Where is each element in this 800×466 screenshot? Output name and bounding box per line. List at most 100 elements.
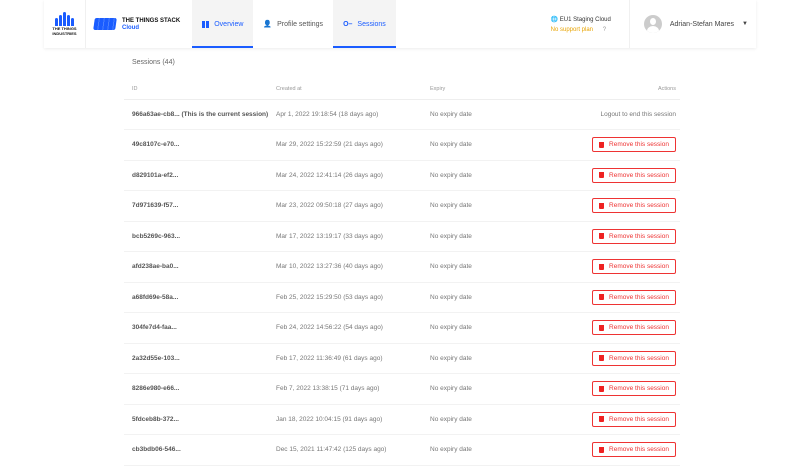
remove-session-button[interactable]: Remove this session — [592, 228, 676, 244]
user-name: Adrian-Stefan Mares — [669, 20, 735, 28]
actions-cell: Remove this session — [510, 404, 680, 435]
remove-session-button[interactable]: Remove this session — [592, 411, 676, 427]
col-actions: Actions — [510, 80, 680, 100]
expiry: No expiry date — [430, 343, 511, 374]
session-id: d829101a-ef2... — [124, 160, 276, 191]
created-at: Mar 23, 2022 09:50:18 (27 days ago) — [276, 190, 430, 222]
help-icon[interactable]: ? — [603, 27, 606, 33]
table-row: 5fdceb8b-372... Jan 18, 2022 10:04:15 (9… — [124, 404, 680, 435]
table-row: 304fe7d4-faa... Feb 24, 2022 14:56:22 (5… — [124, 312, 680, 344]
remove-session-button[interactable]: Remove this session — [592, 381, 676, 397]
grid-icon — [202, 20, 210, 28]
created-at: Feb 24, 2022 14:56:22 (54 days ago) — [276, 312, 430, 344]
avatar — [643, 15, 662, 33]
trash-icon — [599, 263, 605, 270]
expiry: No expiry date — [430, 312, 511, 344]
created-at: Mar 29, 2022 15:22:59 (21 days ago) — [276, 129, 430, 161]
col-expiry: Expiry — [430, 80, 511, 100]
actions-cell: Logout to end this session — [510, 99, 680, 130]
button-label: Remove this session — [609, 324, 669, 332]
trash-icon — [599, 172, 605, 179]
support-plan[interactable]: No support plan — [551, 27, 593, 33]
product-sub: Cloud — [122, 24, 139, 31]
remove-session-button[interactable]: Remove this session — [592, 289, 676, 305]
table-row: 2a32d55e-103... Feb 17, 2022 11:36:49 (6… — [124, 343, 680, 374]
created-at: Feb 25, 2022 15:29:50 (53 days ago) — [276, 282, 430, 313]
table-row: 7d971639-f57... Mar 23, 2022 09:50:18 (2… — [124, 190, 680, 222]
created-at: Mar 24, 2022 12:41:14 (26 days ago) — [276, 160, 430, 191]
remove-session-button[interactable]: Remove this session — [592, 350, 676, 366]
session-id: 2a32d55e-103... — [124, 343, 276, 374]
created-at: Mar 17, 2022 13:19:17 (33 days ago) — [276, 221, 430, 252]
stack-logo-icon — [93, 18, 117, 30]
col-created: Created at — [276, 80, 430, 100]
tab-label: Sessions — [357, 20, 386, 28]
remove-session-button[interactable]: Remove this session — [592, 259, 676, 275]
button-label: Remove this session — [609, 263, 669, 271]
cluster-info: 🌐 EU1 Staging Cloud No support plan ? — [533, 0, 630, 48]
actions-cell: Remove this session — [510, 312, 680, 344]
created-at: Mar 10, 2022 13:27:36 (40 days ago) — [276, 251, 430, 283]
page-title: Sessions (44) — [132, 59, 175, 66]
remove-session-button[interactable]: Remove this session — [592, 167, 676, 183]
tab-label: Profile settings — [277, 20, 324, 28]
expiry: No expiry date — [430, 190, 511, 222]
expiry: No expiry date — [430, 251, 511, 283]
actions-cell: Remove this session — [510, 190, 680, 222]
product-logo[interactable]: THE THINGS STACK Cloud — [86, 0, 192, 48]
expiry: No expiry date — [430, 129, 511, 161]
session-id: 5fdceb8b-372... — [124, 404, 276, 435]
button-label: Remove this session — [609, 415, 669, 423]
user-menu[interactable]: Adrian-Stefan Mares ▼ — [630, 15, 756, 33]
globe-icon: 🌐 — [550, 16, 559, 23]
remove-session-button[interactable]: Remove this session — [592, 198, 676, 214]
button-label: Remove this session — [609, 293, 669, 301]
trash-icon — [599, 294, 605, 301]
actions-cell: Remove this session — [510, 160, 680, 191]
actions-cell: Remove this session — [510, 221, 680, 252]
table-row: 8286e980-e66... Feb 7, 2022 13:38:15 (71… — [124, 373, 680, 405]
created-at: Feb 7, 2022 13:38:15 (71 days ago) — [276, 373, 430, 405]
top-header: THE THINGS INDUSTRIES THE THINGS STACK Cl… — [44, 0, 756, 48]
created-at: Jan 18, 2022 10:04:15 (91 days ago) — [276, 404, 430, 435]
expiry: No expiry date — [430, 404, 511, 435]
actions-cell: Remove this session — [510, 282, 680, 313]
logo-text: THE THINGS INDUSTRIES — [52, 26, 77, 36]
sessions-table: ID Created at Expiry Actions 966a63ae-cb… — [124, 80, 680, 466]
button-label: Remove this session — [609, 202, 669, 210]
actions-cell: Remove this session — [510, 129, 680, 161]
button-label: Remove this session — [609, 385, 669, 393]
created-at: Feb 17, 2022 11:36:49 (61 days ago) — [276, 343, 430, 374]
expiry: No expiry date — [430, 99, 511, 130]
session-id: 49c8107c-e70... — [124, 129, 276, 161]
things-industries-logo[interactable]: THE THINGS INDUSTRIES — [44, 0, 86, 48]
trash-icon — [599, 324, 605, 331]
button-label: Remove this session — [609, 141, 669, 149]
tab-overview[interactable]: Overview — [192, 0, 254, 48]
product-name: THE THINGS STACK — [122, 17, 181, 24]
button-label: Remove this session — [609, 171, 669, 179]
trash-icon — [599, 385, 605, 392]
expiry: No expiry date — [430, 373, 511, 405]
expiry: No expiry date — [430, 160, 511, 191]
button-label: Remove this session — [609, 232, 669, 240]
button-label: Remove this session — [609, 354, 669, 362]
session-id: a68fd69e-58a... — [124, 282, 276, 313]
region-name: EU1 Staging Cloud — [559, 16, 611, 23]
current-session-note: Logout to end this session — [600, 110, 676, 118]
logo-bars-icon — [55, 12, 74, 26]
tab-profile-settings[interactable]: 👤 Profile settings — [253, 0, 333, 48]
trash-icon — [599, 233, 605, 240]
remove-session-button[interactable]: Remove this session — [592, 137, 676, 153]
table-row: afd238ae-ba0... Mar 10, 2022 13:27:36 (4… — [124, 251, 680, 283]
remove-session-button[interactable]: Remove this session — [592, 320, 676, 336]
session-id: afd238ae-ba0... — [124, 251, 276, 283]
tab-sessions[interactable]: O– Sessions — [333, 0, 396, 48]
actions-cell: Remove this session — [510, 343, 680, 374]
trash-icon — [599, 202, 605, 209]
tab-label: Overview — [214, 20, 244, 28]
table-row: bcb5269c-963... Mar 17, 2022 13:19:17 (3… — [124, 221, 680, 252]
session-id: 8286e980-e66... — [124, 373, 276, 405]
table-row: 49c8107c-e70... Mar 29, 2022 15:22:59 (2… — [124, 129, 680, 161]
session-id: 304fe7d4-faa... — [124, 312, 276, 344]
